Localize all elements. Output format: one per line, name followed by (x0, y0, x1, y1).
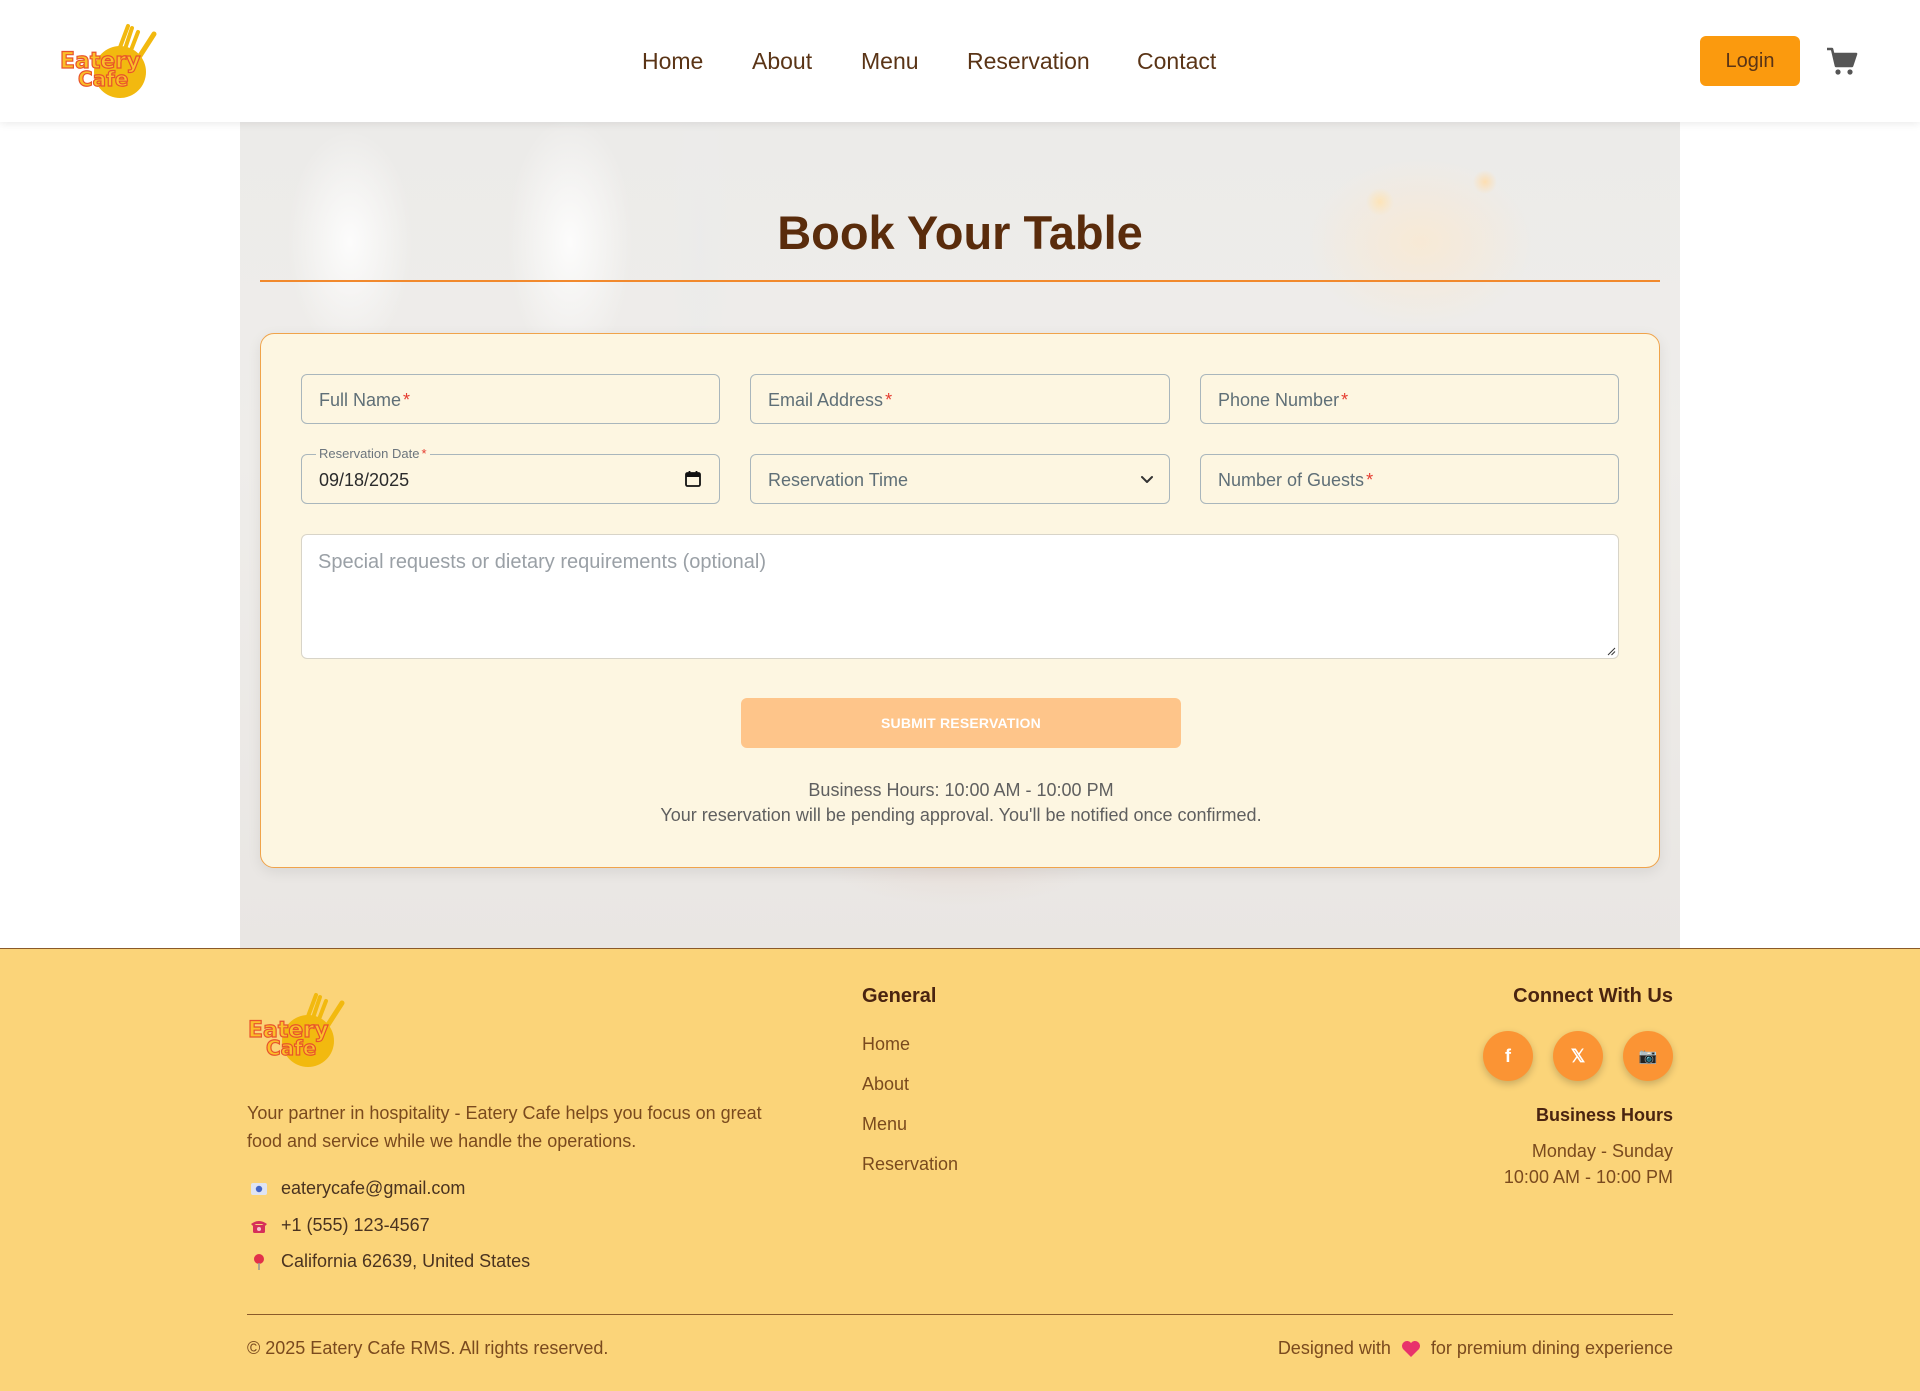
instagram-icon[interactable]: 📷 (1623, 1031, 1673, 1081)
facebook-glyph: f (1505, 1045, 1511, 1066)
phone-text: +1 (555) 123-4567 (281, 1215, 430, 1235)
phone-placeholder: Phone Number (1218, 390, 1340, 410)
calendar-icon[interactable] (684, 470, 702, 488)
date-label: Reservation Date (319, 446, 420, 461)
pending-approval-note: Your reservation will be pending approva… (660, 805, 1262, 825)
footer-link-menu[interactable]: Menu (862, 1114, 907, 1135)
full-name-placeholder: Full Name (319, 390, 402, 410)
email-field[interactable]: Email Address * (750, 374, 1170, 424)
email-placeholder: Email Address (768, 390, 884, 410)
required-marker: * (1341, 390, 1349, 410)
site-header: Eatery Cafe Home About Menu Reservation … (0, 0, 1920, 122)
connect-heading: Connect With Us (1513, 985, 1673, 1007)
business-hours-heading: Business Hours (1535, 1105, 1673, 1125)
location-pin-icon (247, 1252, 271, 1272)
general-heading: General (862, 985, 937, 1007)
designed-suffix: for premium dining experience (1430, 1338, 1673, 1358)
required-marker: * (1366, 470, 1374, 490)
business-hours-note: Business Hours: 10:00 AM - 10:00 PM (808, 780, 1114, 800)
full-name-field[interactable]: Full Name * (301, 374, 720, 424)
footer-divider (247, 1314, 1673, 1315)
title-divider (260, 280, 1660, 282)
x-twitter-icon[interactable]: 𝕏 (1553, 1031, 1603, 1081)
contact-email[interactable]: eaterycafe@gmail.com (247, 1178, 465, 1199)
footer-logo: Eatery Cafe (247, 993, 345, 1067)
footer-link-reservation[interactable]: Reservation (862, 1154, 958, 1175)
footer-link-about[interactable]: About (862, 1074, 909, 1095)
required-marker: * (885, 390, 893, 410)
contact-phone[interactable]: +1 (555) 123-4567 (247, 1215, 430, 1236)
footer-link-home[interactable]: Home (862, 1034, 910, 1055)
contact-address: California 62639, United States (247, 1251, 530, 1272)
designed-prefix: Designed with (1277, 1338, 1391, 1358)
cart-icon[interactable] (1826, 45, 1858, 77)
instagram-glyph: 📷 (1638, 1048, 1658, 1065)
footer-description: Your partner in hospitality - Eatery Caf… (247, 1103, 762, 1151)
reservation-date-field[interactable]: Reservation Date * 09/18/2025 (301, 447, 720, 504)
time-placeholder: Reservation Time (768, 470, 909, 490)
special-requests-textarea[interactable]: Special requests or dietary requirements… (301, 534, 1619, 659)
main-nav: Home About Menu Reservation Contact (0, 0, 1920, 122)
facebook-icon[interactable]: f (1483, 1031, 1533, 1081)
submit-reservation-button[interactable]: SUBMIT RESERVATION (741, 698, 1181, 748)
footer-logo-text-cafe: Cafe (266, 1036, 316, 1060)
nav-reservation[interactable]: Reservation (967, 48, 1090, 75)
x-glyph: 𝕏 (1570, 1045, 1586, 1066)
nav-menu[interactable]: Menu (861, 48, 919, 75)
address-text: California 62639, United States (281, 1251, 531, 1271)
chevron-down-icon (1141, 476, 1153, 483)
nav-contact[interactable]: Contact (1137, 48, 1216, 75)
business-time: 10:00 AM - 10:00 PM (1503, 1167, 1673, 1187)
nav-about[interactable]: About (752, 48, 812, 75)
phone-icon (247, 1216, 271, 1236)
site-footer: Eatery Cafe Your partner in hospitality … (0, 948, 1920, 1391)
business-days: Monday - Sunday (1531, 1141, 1673, 1161)
reservation-time-select[interactable]: Reservation Time (750, 454, 1170, 504)
page-title: Book Your Table (777, 206, 1143, 259)
date-value: 09/18/2025 (319, 470, 410, 490)
reservation-form: Full Name * Email Address * Phone Number * … (260, 333, 1660, 868)
phone-field[interactable]: Phone Number * (1200, 374, 1619, 424)
guests-field[interactable]: Number of Guests * (1200, 454, 1619, 504)
designed-with-text: Designed with for premium dining experie… (1278, 1338, 1673, 1359)
required-marker: * (421, 446, 427, 461)
required-marker: * (403, 390, 411, 410)
nav-home[interactable]: Home (642, 48, 703, 75)
login-button[interactable]: Login (1700, 36, 1800, 86)
special-requests-placeholder: Special requests or dietary requirements… (318, 551, 766, 573)
email-text: eaterycafe@gmail.com (281, 1178, 466, 1198)
resize-handle-icon[interactable] (1606, 646, 1616, 656)
heart-icon (1401, 1340, 1420, 1357)
email-icon (247, 1179, 271, 1199)
guests-placeholder: Number of Guests (1218, 470, 1365, 490)
copyright-text: © 2025 Eatery Cafe RMS. All rights reser… (247, 1338, 609, 1358)
